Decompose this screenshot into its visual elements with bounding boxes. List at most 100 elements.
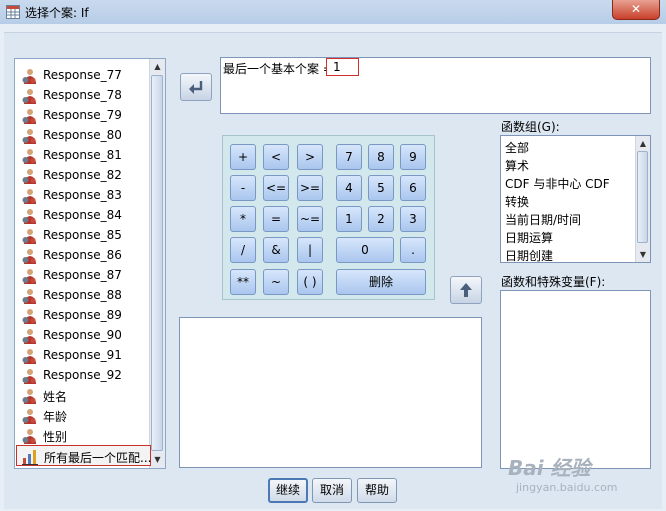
keypad-key[interactable]: 删除 <box>336 269 426 295</box>
arrow-up-icon <box>460 283 472 297</box>
variable-list-item[interactable]: Response_85 <box>16 225 149 245</box>
move-variable-button[interactable] <box>180 73 212 101</box>
calculator-keypad: + < >7 8 9 - <= >= 4 5 6 * = ~= 1 2 3 /& | 0. ** ~ ( ) 删除 <box>222 135 435 300</box>
variable-list-item[interactable]: Response_86 <box>16 245 149 265</box>
variable-list-item[interactable]: Response_79 <box>16 105 149 125</box>
keypad-key[interactable]: 6 <box>400 175 426 201</box>
keypad-key[interactable]: | <box>297 237 323 263</box>
variable-label: Response_88 <box>43 288 122 302</box>
nominal-variable-icon <box>21 168 37 184</box>
function-group-item[interactable]: 算术 <box>505 157 529 174</box>
functions-label: 函数和特殊变量(F): <box>501 275 606 289</box>
function-group-item[interactable]: 日期运算 <box>505 229 553 246</box>
move-function-button[interactable] <box>450 276 482 304</box>
keypad-key[interactable]: ~= <box>297 206 323 232</box>
keypad-key[interactable]: & <box>263 237 289 263</box>
function-group-item[interactable]: 日期创建 <box>505 247 553 262</box>
function-group-item[interactable]: 当前日期/时间 <box>505 211 581 228</box>
keypad-key[interactable]: * <box>230 206 256 232</box>
keypad-key[interactable]: > <box>297 144 323 170</box>
variable-list-item[interactable]: 年龄 <box>16 405 149 425</box>
nominal-variable-icon <box>21 68 37 84</box>
function-description-box <box>179 317 482 468</box>
continue-button[interactable]: 继续 <box>268 478 308 503</box>
nominal-variable-icon <box>21 328 37 344</box>
keypad-key[interactable]: = <box>263 206 289 232</box>
function-group-item[interactable]: 转换 <box>505 193 529 210</box>
variable-list-item[interactable]: Response_88 <box>16 285 149 305</box>
keypad-key[interactable]: 1 <box>336 206 362 232</box>
keypad-key[interactable]: 7 <box>336 144 362 170</box>
variable-list-item[interactable]: Response_82 <box>16 165 149 185</box>
variable-list-item[interactable]: Response_87 <box>16 265 149 285</box>
keypad-key[interactable]: 5 <box>368 175 394 201</box>
variable-label: Response_82 <box>43 168 122 182</box>
scroll-up-icon[interactable]: ▲ <box>636 136 650 151</box>
nominal-variable-icon <box>21 148 37 164</box>
keypad-key[interactable]: ( ) <box>297 269 323 295</box>
variable-list-item[interactable]: Response_89 <box>16 305 149 325</box>
keypad-key[interactable]: 2 <box>368 206 394 232</box>
keypad-key[interactable]: . <box>400 237 426 263</box>
variable-label: Response_77 <box>43 68 122 82</box>
nominal-variable-icon <box>21 228 37 244</box>
expression-value[interactable]: 1 <box>326 58 359 76</box>
variable-list[interactable]: ▲ ▼ Response_77 Response_78 Response_79 Res… <box>14 58 166 469</box>
expression-label: 最后一个基本个案 = <box>223 62 333 76</box>
function-group-list[interactable]: ▲ ▼ 全部 算术 CDF 与非中心 CDF 转换 当前日期/时间 日期运算 日期创建 <box>500 135 651 263</box>
nominal-variable-icon <box>21 268 37 284</box>
variable-list-item[interactable]: Response_84 <box>16 205 149 225</box>
variable-list-item[interactable]: Response_77 <box>16 65 149 85</box>
keypad-key[interactable]: 4 <box>336 175 362 201</box>
function-group-scrollbar[interactable]: ▲ ▼ <box>635 136 650 262</box>
scrollbar-thumb[interactable] <box>637 151 648 243</box>
variable-list-item[interactable]: Response_91 <box>16 345 149 365</box>
function-group-item[interactable]: CDF 与非中心 CDF <box>505 175 610 192</box>
variable-list-item[interactable]: Response_81 <box>16 145 149 165</box>
functions-list[interactable] <box>500 290 651 469</box>
nominal-variable-icon <box>21 408 37 424</box>
keypad-key[interactable]: >= <box>297 175 323 201</box>
keypad-key[interactable]: 0 <box>336 237 394 263</box>
variable-list-item[interactable]: 所有最后一个匹配... <box>16 445 151 466</box>
variable-list-item[interactable]: Response_78 <box>16 85 149 105</box>
help-button[interactable]: 帮助 <box>357 478 397 503</box>
nominal-variable-icon <box>21 388 37 404</box>
keypad-key[interactable]: 9 <box>400 144 426 170</box>
variable-list-item[interactable]: Response_80 <box>16 125 149 145</box>
nominal-variable-icon <box>21 288 37 304</box>
variable-list-item[interactable]: Response_83 <box>16 185 149 205</box>
variable-label: Response_80 <box>43 128 122 142</box>
variable-list-item[interactable]: Response_90 <box>16 325 149 345</box>
variable-list-item[interactable]: 姓名 <box>16 385 149 405</box>
watermark-url: jingyan.baidu.com <box>516 481 618 494</box>
variable-label: Response_86 <box>43 248 122 262</box>
function-group-item[interactable]: 全部 <box>505 139 529 156</box>
variable-label: 所有最后一个匹配... <box>44 451 152 465</box>
variable-label: Response_90 <box>43 328 122 342</box>
scroll-down-icon[interactable]: ▼ <box>636 247 650 262</box>
title-bar: 选择个案: If ✕ <box>0 0 666 25</box>
cancel-button[interactable]: 取消 <box>312 478 352 503</box>
variable-list-scrollbar[interactable]: ▲ ▼ <box>149 59 165 468</box>
variable-label: 姓名 <box>43 390 68 404</box>
keypad-key[interactable]: ** <box>230 269 256 295</box>
scroll-up-icon[interactable]: ▲ <box>150 59 165 74</box>
keypad-key[interactable]: <= <box>263 175 289 201</box>
variable-label: Response_78 <box>43 88 122 102</box>
keypad-key[interactable]: < <box>263 144 289 170</box>
keypad-key[interactable]: + <box>230 144 256 170</box>
keypad-key[interactable]: 8 <box>368 144 394 170</box>
variable-list-item[interactable]: Response_92 <box>16 365 149 385</box>
variable-label: Response_84 <box>43 208 122 222</box>
scrollbar-thumb[interactable] <box>151 75 163 451</box>
keypad-key[interactable]: - <box>230 175 256 201</box>
keypad-key[interactable]: 3 <box>400 206 426 232</box>
keypad-key[interactable]: ~ <box>263 269 289 295</box>
bar-chart-icon <box>22 449 38 465</box>
nominal-variable-icon <box>21 248 37 264</box>
keypad-key[interactable]: / <box>230 237 256 263</box>
variable-list-item[interactable]: 性别 <box>16 425 149 445</box>
close-button[interactable]: ✕ <box>612 0 660 20</box>
scroll-down-icon[interactable]: ▼ <box>150 452 165 467</box>
